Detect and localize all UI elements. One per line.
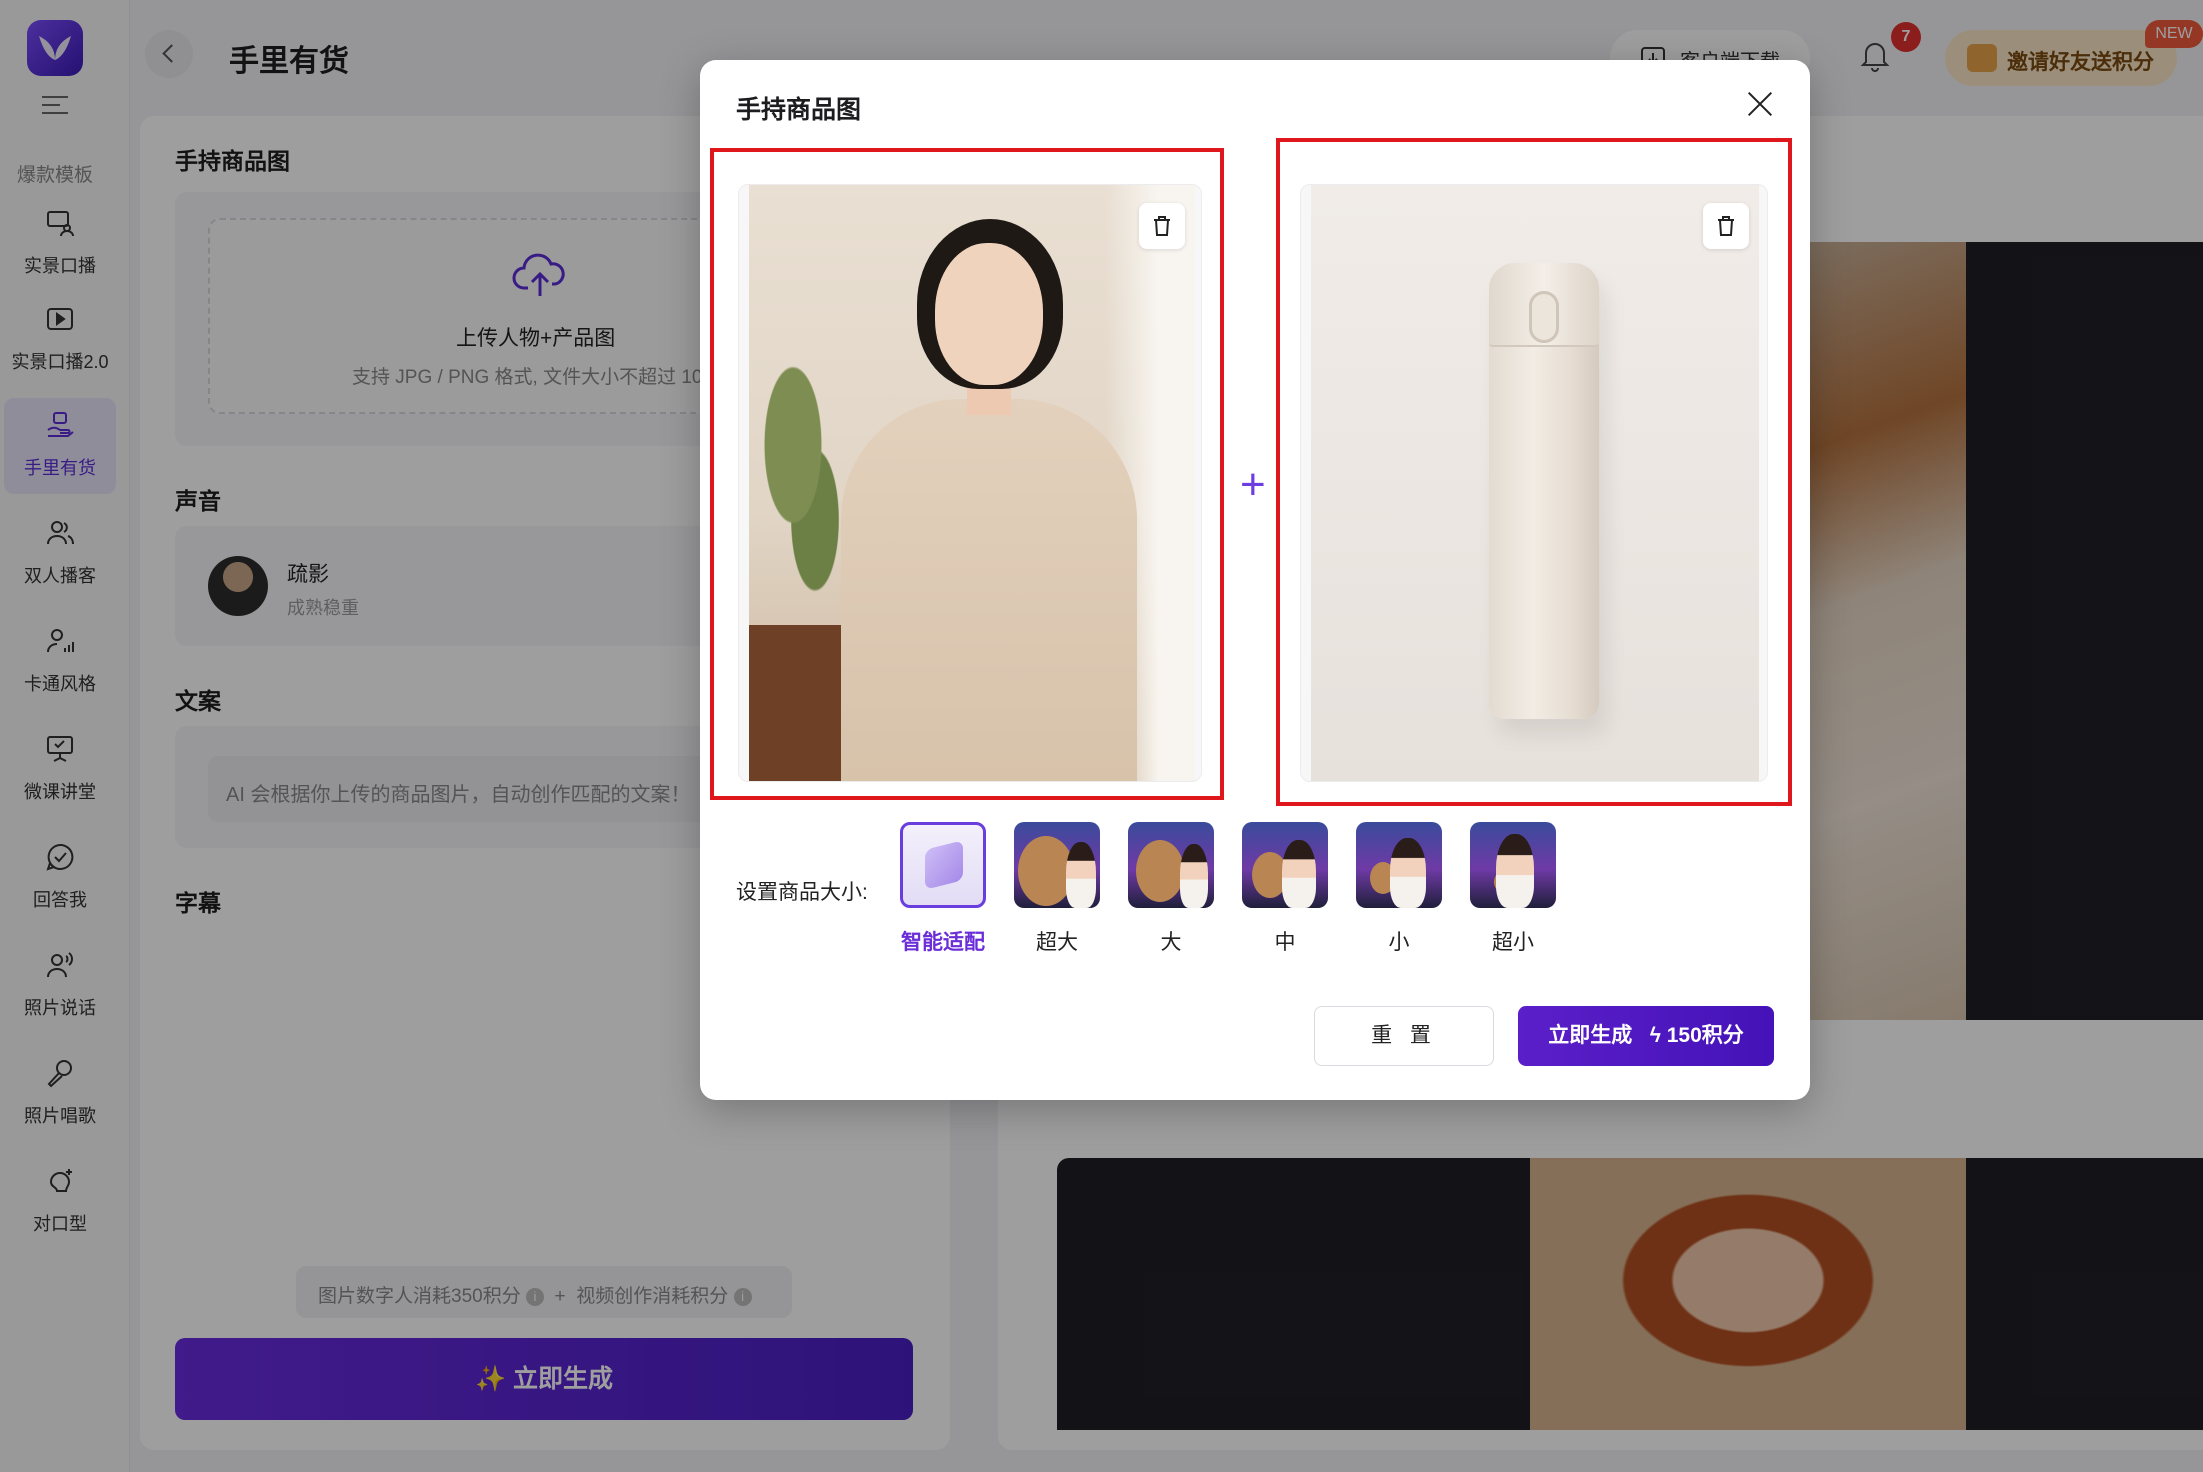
size-option-xsmall[interactable]: 超小	[1470, 822, 1556, 956]
product-photo	[1311, 185, 1759, 781]
plus-sign: +	[1240, 460, 1266, 509]
size-option-xlarge[interactable]: 超大	[1014, 822, 1100, 956]
modal-generate-button[interactable]: 立即生成 ϟ 150积分	[1518, 1006, 1774, 1066]
lightning-icon: ϟ	[1649, 1024, 1661, 1047]
trash-icon	[1718, 216, 1734, 236]
product-image-card[interactable]	[1300, 184, 1768, 782]
close-icon[interactable]	[1744, 88, 1776, 120]
reset-button[interactable]: 重 置	[1314, 1006, 1494, 1066]
size-option-large[interactable]: 大	[1128, 822, 1214, 956]
delete-person-button[interactable]	[1139, 203, 1185, 249]
size-label: 设置商品大小:	[736, 881, 868, 904]
delete-product-button[interactable]	[1703, 203, 1749, 249]
modal-title: 手持商品图	[736, 96, 862, 124]
person-photo	[749, 185, 1195, 781]
trash-icon	[1154, 216, 1170, 236]
person-image-card[interactable]	[738, 184, 1202, 782]
size-thumb-smart	[900, 822, 986, 908]
product-image-modal: 手持商品图 + 设置商品大小: 智能适配 超大 大 中 小 超小 重 置 立即生…	[700, 60, 1810, 1100]
size-thumb-small	[1356, 822, 1442, 908]
size-thumb-large	[1128, 822, 1214, 908]
size-option-smart[interactable]: 智能适配	[900, 822, 986, 956]
size-option-small[interactable]: 小	[1356, 822, 1442, 956]
size-thumb-xlarge	[1014, 822, 1100, 908]
size-thumb-medium	[1242, 822, 1328, 908]
size-thumb-xsmall	[1470, 822, 1556, 908]
size-option-medium[interactable]: 中	[1242, 822, 1328, 956]
